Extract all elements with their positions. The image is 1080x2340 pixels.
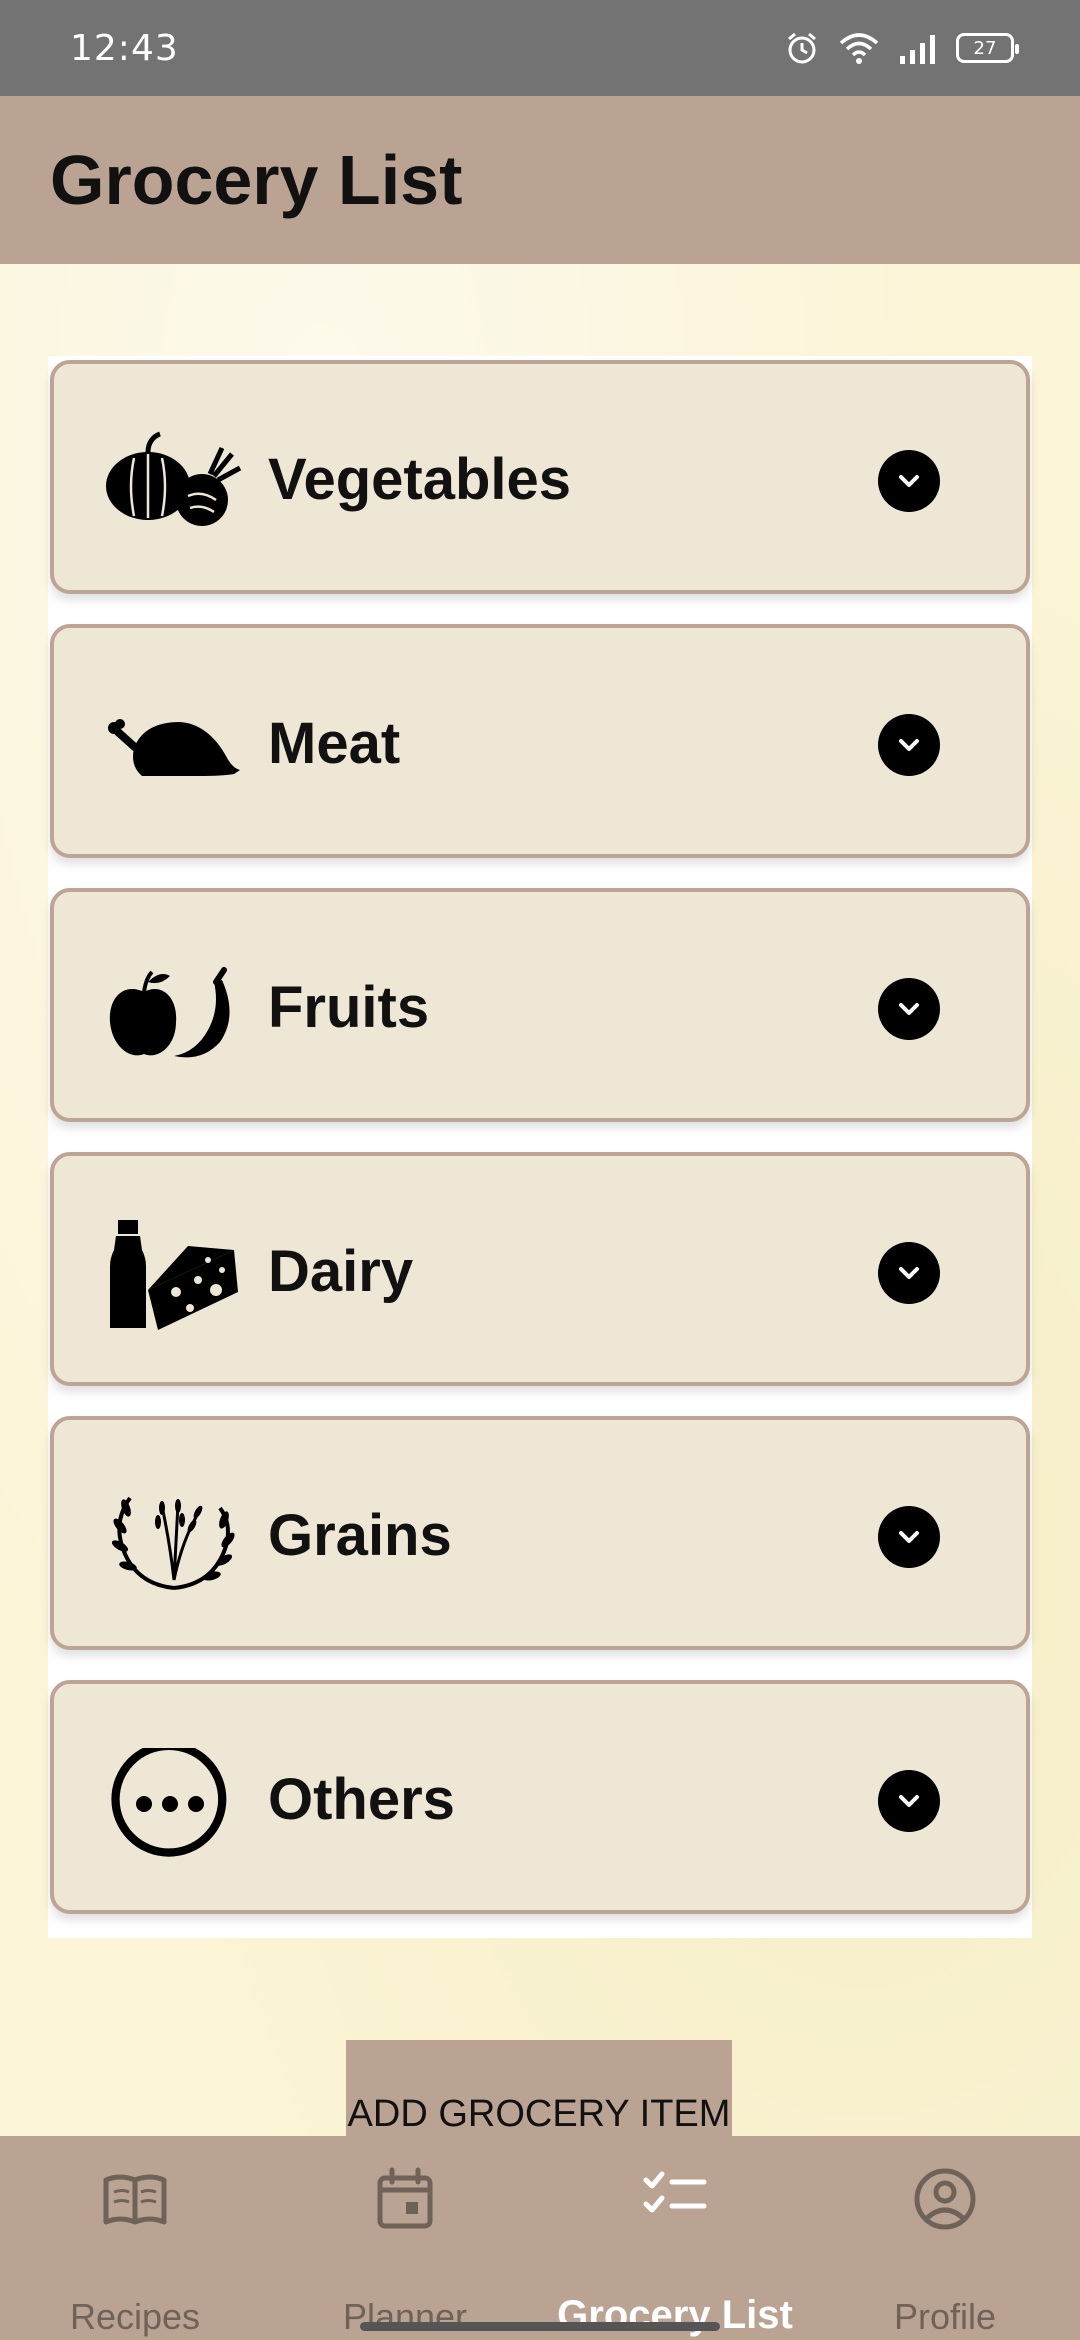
expand-button[interactable] [878,1242,940,1304]
signal-icon [900,35,935,64]
chevron-down-icon [899,1795,919,1807]
category-label: Meat [268,711,401,776]
status-time: 12:43 [70,28,179,69]
nav-item-recipes[interactable]: Recipes [0,2136,270,2340]
category-grains[interactable]: Grains [50,1416,1030,1650]
book-icon [103,2174,167,2225]
category-meat[interactable]: Meat [50,624,1030,858]
content-area: Vegetables Meat Fruits Dairy Grains Othe… [0,264,1080,2136]
category-others[interactable]: Others [50,1680,1030,1914]
battery-level: 27 [973,37,997,59]
chevron-down-icon [899,739,919,751]
category-label: Vegetables [268,447,572,512]
vegetables-icon [106,431,242,526]
home-indicator[interactable] [360,2322,720,2331]
alarm-icon [788,32,816,64]
category-dairy[interactable]: Dairy [50,1152,1030,1386]
chevron-down-icon [899,1003,919,1015]
category-label: Fruits [268,975,430,1040]
meat-icon [108,719,240,776]
nav-label-recipes: Recipes [69,2296,201,2337]
chevron-down-icon [899,1531,919,1543]
account-circle-icon [914,2168,976,2230]
checklist-icon [643,2171,707,2213]
category-label: Grains [268,1503,452,1568]
page-title: Grocery List [50,141,463,219]
nav-label-planner: Planner [342,2296,468,2337]
nav-item-grocery-list[interactable]: Grocery List [540,2136,810,2340]
nav-label-grocery-list: Grocery List [557,2293,793,2337]
category-vegetables[interactable]: Vegetables [50,360,1030,594]
nav-item-planner[interactable]: Planner [270,2136,540,2340]
bottom-navigation: Recipes Planner Grocery List Profile [0,2136,1080,2340]
nav-label-profile: Profile [893,2296,997,2337]
status-bar: 12:43 27 [0,0,1080,96]
category-label: Dairy [268,1239,414,1304]
expand-button[interactable] [878,714,940,776]
app-bar: Grocery List [0,96,1080,264]
grains-icon [111,1496,235,1590]
fruits-icon [109,967,230,1058]
status-icons: 27 [784,28,1019,68]
calendar-icon [377,2167,433,2229]
expand-button[interactable] [878,1506,940,1568]
expand-button[interactable] [878,978,940,1040]
category-label: Others [268,1767,455,1832]
battery-icon: 27 [956,33,1019,63]
wifi-icon [839,33,879,64]
dairy-icon [110,1220,238,1330]
chevron-down-icon [899,475,919,487]
others-icon [111,1748,227,1857]
nav-item-profile[interactable]: Profile [810,2136,1080,2340]
add-grocery-item-button[interactable]: ADD GROCERY ITEM [346,2040,732,2136]
chevron-down-icon [899,1267,919,1279]
expand-button[interactable] [878,450,940,512]
expand-button[interactable] [878,1770,940,1832]
category-fruits[interactable]: Fruits [50,888,1030,1122]
